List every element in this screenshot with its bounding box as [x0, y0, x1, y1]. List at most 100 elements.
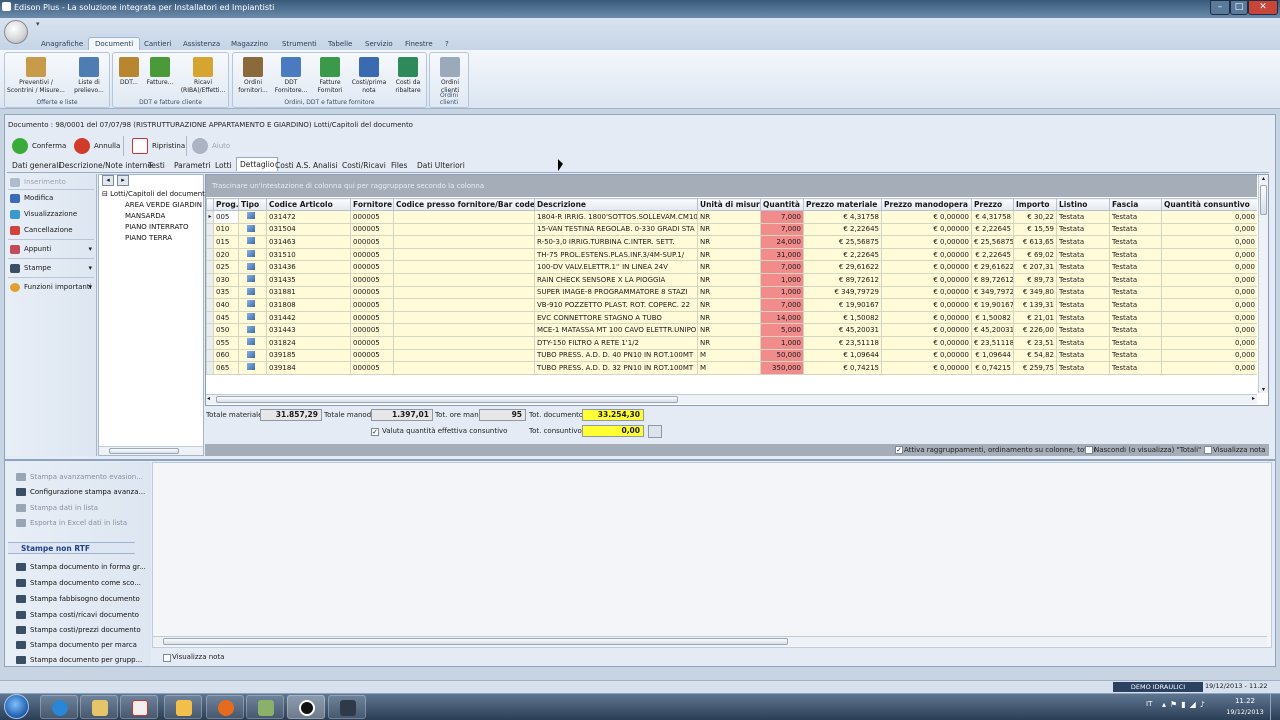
table-cell[interactable] — [393, 260, 535, 274]
table-cell[interactable]: 7,000 — [760, 222, 804, 237]
table-cell[interactable]: 010 — [213, 222, 239, 237]
scroll-down-icon[interactable]: ▾ — [1259, 386, 1268, 393]
table-cell[interactable]: € 23,51118 — [803, 335, 882, 350]
table-cell[interactable]: 000005 — [350, 247, 394, 262]
modifica-item[interactable]: Modifica — [10, 194, 53, 203]
col-quantita-consuntivo[interactable]: Quantità consuntivo — [1161, 198, 1257, 211]
table-cell[interactable]: Testata — [1056, 361, 1110, 375]
table-cell[interactable]: € 54,82 — [1013, 348, 1057, 363]
annulla-button[interactable]: Annulla — [72, 136, 120, 156]
table-cell[interactable]: 1,000 — [760, 335, 804, 350]
table-cell[interactable]: € 0,74215 — [971, 361, 1014, 375]
table-cell[interactable]: 1,000 — [760, 272, 804, 287]
table-cell[interactable]: € 0,00000 — [881, 247, 972, 262]
table-cell[interactable]: € 29,61622 — [803, 260, 882, 274]
table-cell[interactable]: Testata — [1056, 260, 1110, 274]
table-cell[interactable] — [393, 361, 535, 375]
tab-documenti[interactable]: Documenti — [88, 37, 141, 51]
table-cell[interactable] — [206, 323, 214, 337]
table-cell[interactable] — [206, 272, 214, 287]
table-row[interactable]: 035 031881 000005 SUPER IMAGE-8 PROGRAMMATO… — [206, 285, 1257, 300]
table-row[interactable]: 015 031463 000005 R-50-3,0 IRRIG.TURBINA C.… — [206, 235, 1257, 249]
table-cell[interactable]: € 0,00000 — [881, 285, 972, 300]
taskbar-edison[interactable] — [287, 695, 325, 719]
ripristina-button[interactable]: Ripristina — [130, 136, 185, 156]
lower-hscrollbar[interactable] — [153, 636, 1267, 646]
table-cell[interactable]: 100-DV VALV.ELETTR.1'' IN LINEA 24V — [534, 260, 698, 274]
tree-node[interactable]: MANSARDA — [125, 212, 165, 220]
tree-node[interactable]: PIANO INTERRATO — [125, 223, 189, 231]
table-cell[interactable]: 0,000 — [1161, 260, 1257, 274]
table-cell[interactable]: € 29,61622 — [971, 260, 1014, 274]
table-cell[interactable]: NR — [697, 260, 761, 274]
tab-servizio[interactable]: Servizio — [365, 40, 393, 48]
table-cell[interactable]: 031435 — [266, 272, 351, 287]
tree-hscrollbar[interactable] — [99, 446, 203, 455]
minimize-button[interactable]: – — [1210, 0, 1230, 15]
table-cell[interactable]: 14,000 — [760, 310, 804, 325]
table-cell[interactable]: € 259,75 — [1013, 361, 1057, 375]
table-cell[interactable]: € 0,00000 — [881, 222, 972, 237]
table-cell[interactable] — [206, 260, 214, 274]
table-cell[interactable] — [206, 348, 214, 363]
table-cell[interactable]: NR — [697, 235, 761, 249]
table-cell[interactable]: 5,000 — [760, 323, 804, 337]
costi-ribaltare-button[interactable]: Costi da ribaltare — [390, 57, 426, 95]
table-cell[interactable]: R-50-3,0 IRRIG.TURBINA C.INTER. SETT. — [534, 235, 698, 249]
table-cell[interactable] — [393, 285, 535, 300]
table-cell[interactable]: 0,000 — [1161, 210, 1257, 224]
table-cell[interactable]: Testata — [1109, 323, 1162, 337]
table-cell[interactable]: Testata — [1056, 285, 1110, 300]
table-cell[interactable]: ▸ — [206, 210, 214, 224]
table-cell[interactable]: € 207,31 — [1013, 260, 1057, 274]
tab-lotti[interactable]: Lotti — [215, 161, 232, 170]
table-cell[interactable]: Testata — [1056, 323, 1110, 337]
table-cell[interactable] — [238, 298, 267, 312]
table-cell[interactable] — [393, 335, 535, 350]
table-cell[interactable]: DTY-150 FILTRO A RETE 1'1/2 — [534, 335, 698, 350]
tree-node[interactable]: PIANO TERRA — [125, 234, 172, 242]
fatture-button[interactable]: Fatture... — [145, 57, 175, 87]
table-cell[interactable]: € 0,00000 — [881, 335, 972, 350]
table-cell[interactable]: 065 — [213, 361, 239, 375]
cancellazione-item[interactable]: Cancellazione — [10, 226, 73, 235]
table-cell[interactable]: 0,000 — [1161, 323, 1257, 337]
print-menu-item[interactable]: Esporta in Excel dati in lista — [16, 519, 127, 527]
table-cell[interactable]: Testata — [1056, 235, 1110, 249]
table-cell[interactable]: 031472 — [266, 210, 351, 224]
table-cell[interactable]: 0,000 — [1161, 298, 1257, 312]
table-cell[interactable]: € 0,00000 — [881, 348, 972, 363]
table-cell[interactable]: 000005 — [350, 361, 394, 375]
funzioni-section[interactable]: Funzioni importanti ▾ — [10, 283, 92, 292]
table-cell[interactable]: € 4,31758 — [971, 210, 1014, 224]
table-cell[interactable] — [238, 361, 267, 375]
table-cell[interactable]: 035 — [213, 285, 239, 300]
table-cell[interactable]: 031510 — [266, 247, 351, 262]
tab-help[interactable]: ? — [445, 40, 449, 48]
start-button[interactable] — [4, 694, 29, 719]
table-row[interactable]: 040 031808 000005 VB-910 POZZETTO PLAST. RO… — [206, 298, 1257, 312]
table-cell[interactable]: Testata — [1109, 310, 1162, 325]
valuta-consuntivo-checkbox[interactable]: ✓ — [371, 428, 379, 436]
show-desktop-button[interactable] — [1270, 694, 1280, 720]
table-cell[interactable]: 025 — [213, 260, 239, 274]
table-cell[interactable]: 039184 — [266, 361, 351, 375]
table-cell[interactable]: 0,000 — [1161, 348, 1257, 363]
col-quantita[interactable]: Quantità — [760, 198, 804, 211]
fatture-fornitori-button[interactable]: Fatture Fornitori — [312, 57, 348, 95]
table-cell[interactable]: TUBO PRESS. A.D. D. 40 PN10 IN ROT.100MT — [534, 348, 698, 363]
col-fornitore[interactable]: Fornitore — [350, 198, 394, 211]
table-cell[interactable]: 000005 — [350, 285, 394, 300]
table-cell[interactable]: NR — [697, 285, 761, 300]
table-cell[interactable]: Testata — [1056, 335, 1110, 350]
table-cell[interactable]: € 0,74215 — [803, 361, 882, 375]
table-cell[interactable]: 000005 — [350, 260, 394, 274]
table-cell[interactable] — [393, 323, 535, 337]
col-prezzo-manodopera[interactable]: Prezzo manodopera — [881, 198, 972, 211]
table-cell[interactable]: 0,000 — [1161, 272, 1257, 287]
print-menu-item[interactable]: Stampa fabbisogno documento — [16, 595, 140, 603]
table-cell[interactable]: M — [697, 361, 761, 375]
preventivi-button[interactable]: Preventivi / Scontrini / Misure... — [7, 57, 65, 95]
table-cell[interactable]: 7,000 — [760, 260, 804, 274]
table-cell[interactable]: 000005 — [350, 335, 394, 350]
